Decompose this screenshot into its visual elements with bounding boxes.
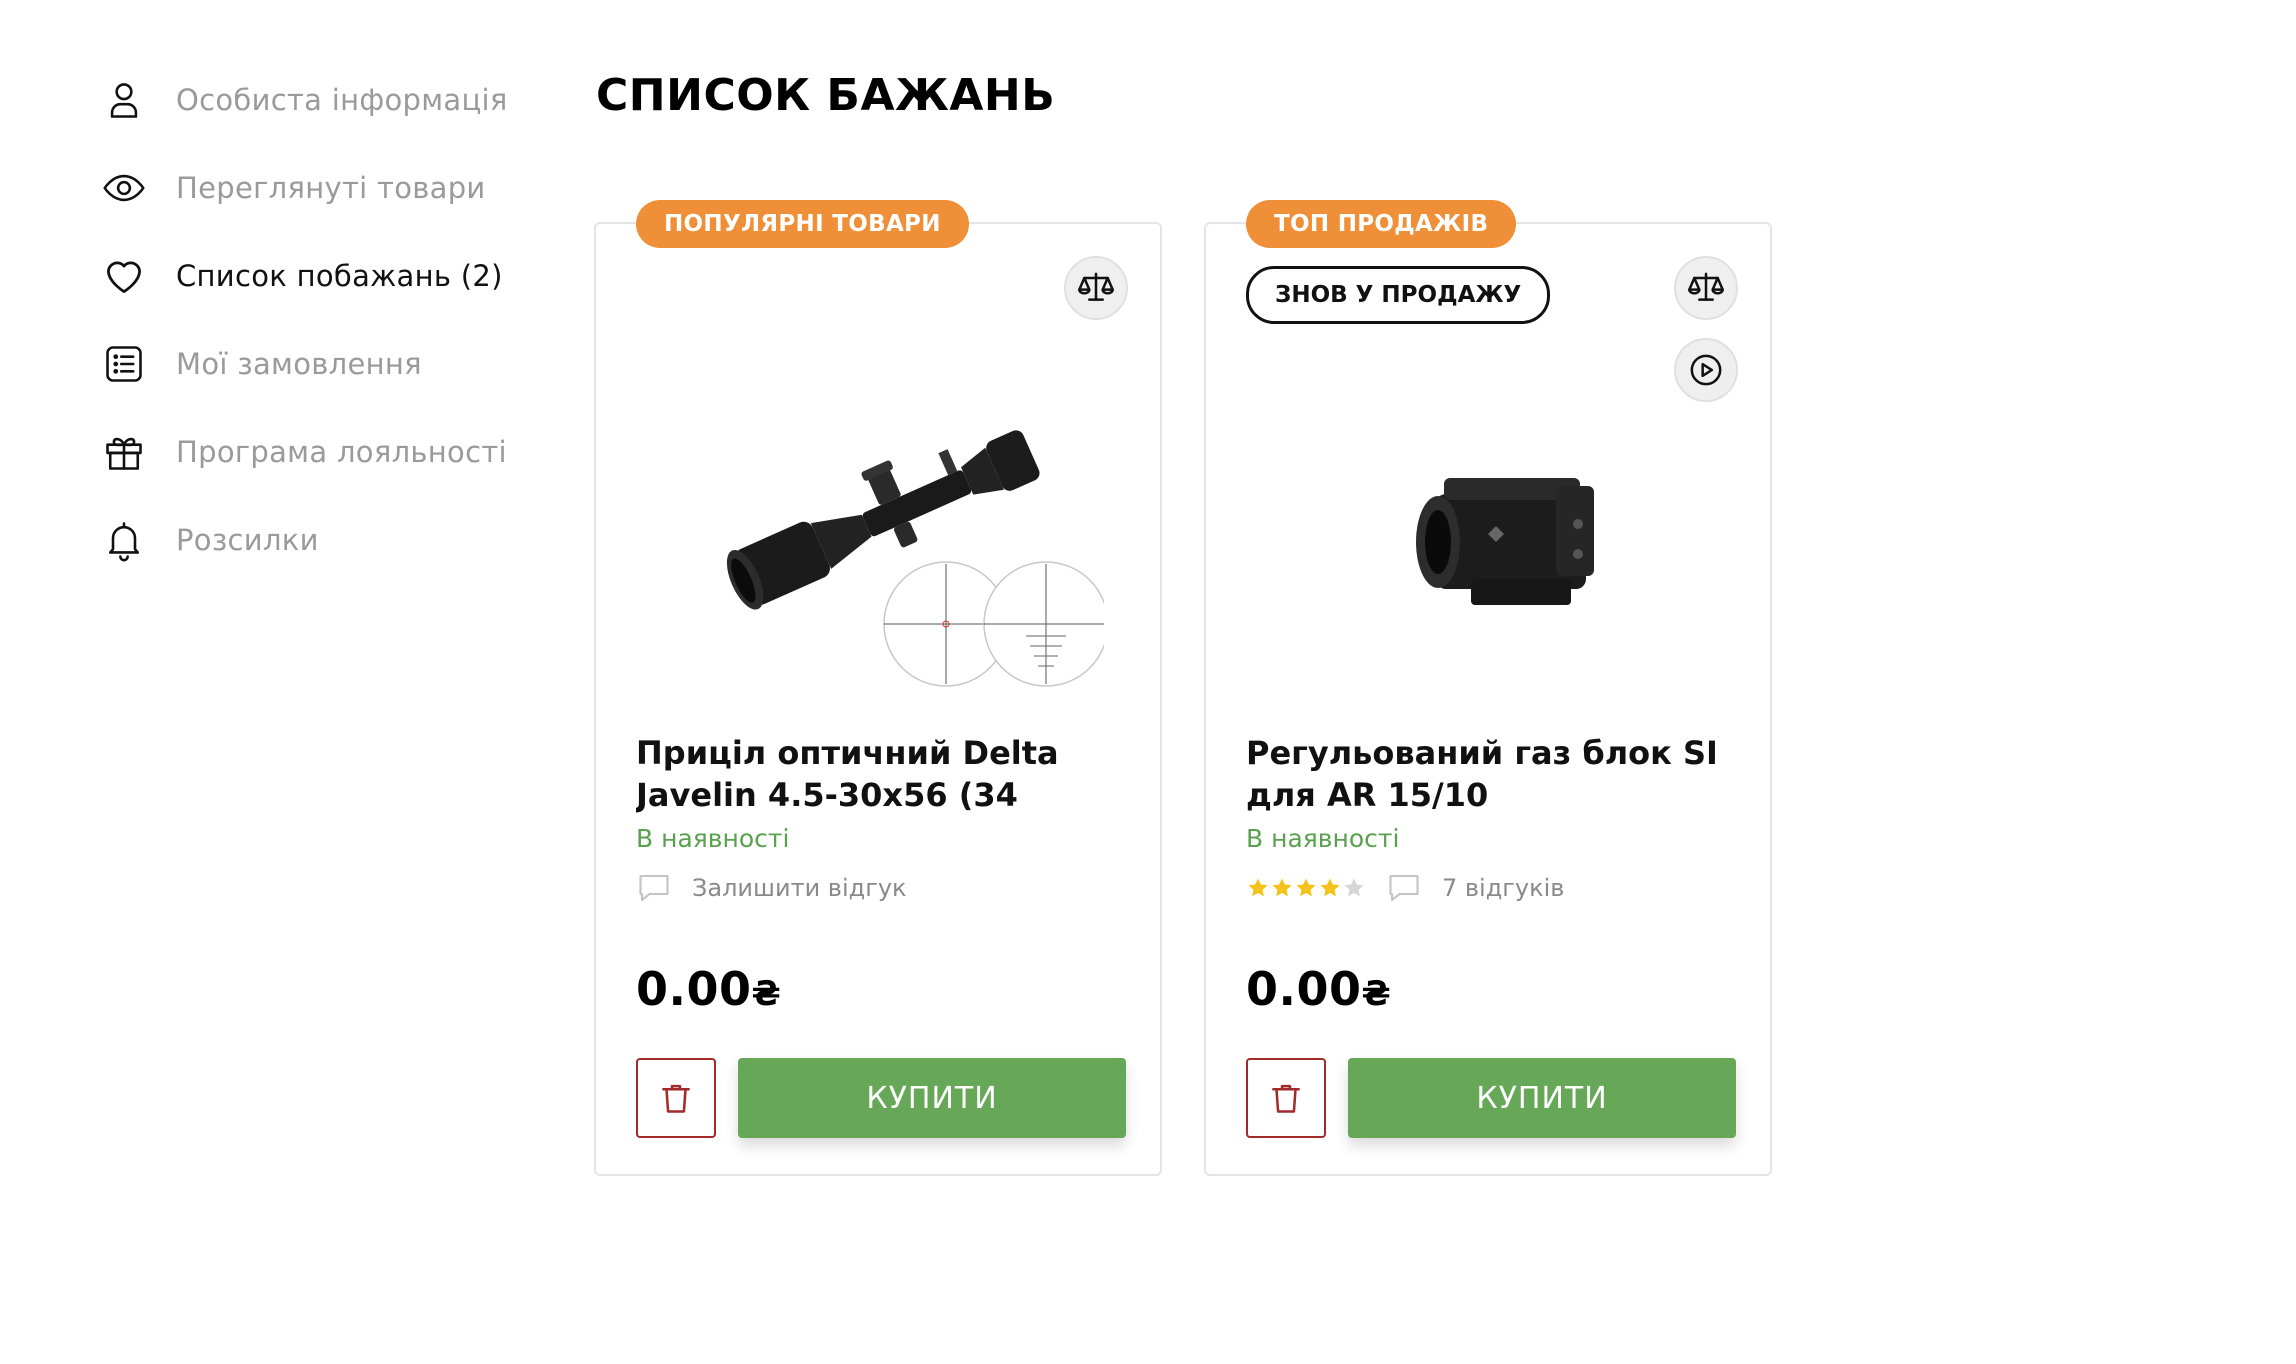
star-filled-icon xyxy=(1248,878,1268,897)
eye-icon xyxy=(100,164,148,212)
product-name[interactable]: Регульований газ блок SI для AR 15/10 xyxy=(1246,732,1736,816)
sidebar-item-label: Розсилки xyxy=(176,523,319,557)
bell-icon xyxy=(100,516,148,564)
account-sidebar: Особиста інформація Переглянуті товари С… xyxy=(100,56,520,584)
product-price: 0.00₴ xyxy=(1246,962,1391,1016)
review-count[interactable]: 7 відгуків xyxy=(1442,874,1564,902)
comment-icon xyxy=(1389,874,1419,902)
price-value: 0.00 xyxy=(1246,962,1362,1016)
buy-button[interactable]: КУПИТИ xyxy=(738,1058,1126,1138)
star-filled-icon xyxy=(1320,878,1340,897)
gas-block-image[interactable] xyxy=(1266,374,1714,694)
review-text[interactable]: Залишити відгук xyxy=(692,874,907,902)
product-price: 0.00₴ xyxy=(636,962,781,1016)
stock-status: В наявності xyxy=(636,824,790,853)
stock-status: В наявності xyxy=(1246,824,1400,853)
buy-button[interactable]: КУПИТИ xyxy=(1348,1058,1736,1138)
sidebar-item-label: Програма лояльності xyxy=(176,435,507,469)
comment-icon xyxy=(639,874,669,902)
scales-icon xyxy=(1688,272,1724,301)
list-icon xyxy=(100,340,148,388)
price-value: 0.00 xyxy=(636,962,752,1016)
compare-button[interactable] xyxy=(1064,256,1128,320)
sidebar-item-my-orders[interactable]: Мої замовлення xyxy=(100,320,520,408)
heart-icon xyxy=(100,252,148,300)
price-currency: ₴ xyxy=(751,974,782,1014)
back-in-stock-badge: ЗНОВ У ПРОДАЖУ xyxy=(1246,266,1551,324)
sidebar-item-label: Мої замовлення xyxy=(176,347,422,381)
scales-icon xyxy=(1078,272,1114,301)
sidebar-item-label: Особиста інформація xyxy=(176,83,508,117)
sidebar-item-loyalty-program[interactable]: Програма лояльності xyxy=(100,408,520,496)
trash-icon xyxy=(1272,1084,1300,1113)
sidebar-item-label: Список побажань (2) xyxy=(176,259,503,293)
product-card[interactable]: ПОПУЛЯРНІ ТОВАРИ Приціл оптичний Delta J… xyxy=(594,200,1162,1176)
sidebar-item-personal-info[interactable]: Особиста інформація xyxy=(100,56,520,144)
product-name[interactable]: Приціл оптичний Delta Javelin 4.5-30x56 … xyxy=(636,732,1126,816)
remove-from-wishlist-button[interactable] xyxy=(1246,1058,1326,1138)
star-empty-icon xyxy=(1344,878,1364,897)
gift-icon xyxy=(100,428,148,476)
rifle-scope-image[interactable] xyxy=(656,374,1104,694)
star-filled-icon xyxy=(1272,878,1292,897)
remove-from-wishlist-button[interactable] xyxy=(636,1058,716,1138)
review-link[interactable]: 7 відгуків xyxy=(1246,870,1564,906)
trash-icon xyxy=(662,1084,690,1113)
popular-badge: ПОПУЛЯРНІ ТОВАРИ xyxy=(636,200,969,248)
page-title: СПИСОК БАЖАНЬ xyxy=(596,70,1056,121)
sidebar-item-wishlist[interactable]: Список побажань (2) xyxy=(100,232,520,320)
top-sales-badge: ТОП ПРОДАЖІВ xyxy=(1246,200,1517,248)
user-icon xyxy=(100,76,148,124)
price-currency: ₴ xyxy=(1361,974,1392,1014)
sidebar-item-viewed-products[interactable]: Переглянуті товари xyxy=(100,144,520,232)
sidebar-item-label: Переглянуті товари xyxy=(176,171,486,205)
compare-button[interactable] xyxy=(1674,256,1738,320)
review-link[interactable]: Залишити відгук xyxy=(636,870,907,906)
product-card[interactable]: ТОП ПРОДАЖІВ ЗНОВ У ПРОДАЖУ Регульований… xyxy=(1204,200,1772,1176)
sidebar-item-newsletters[interactable]: Розсилки xyxy=(100,496,520,584)
rating-stars xyxy=(1246,876,1366,900)
star-filled-icon xyxy=(1296,878,1316,897)
